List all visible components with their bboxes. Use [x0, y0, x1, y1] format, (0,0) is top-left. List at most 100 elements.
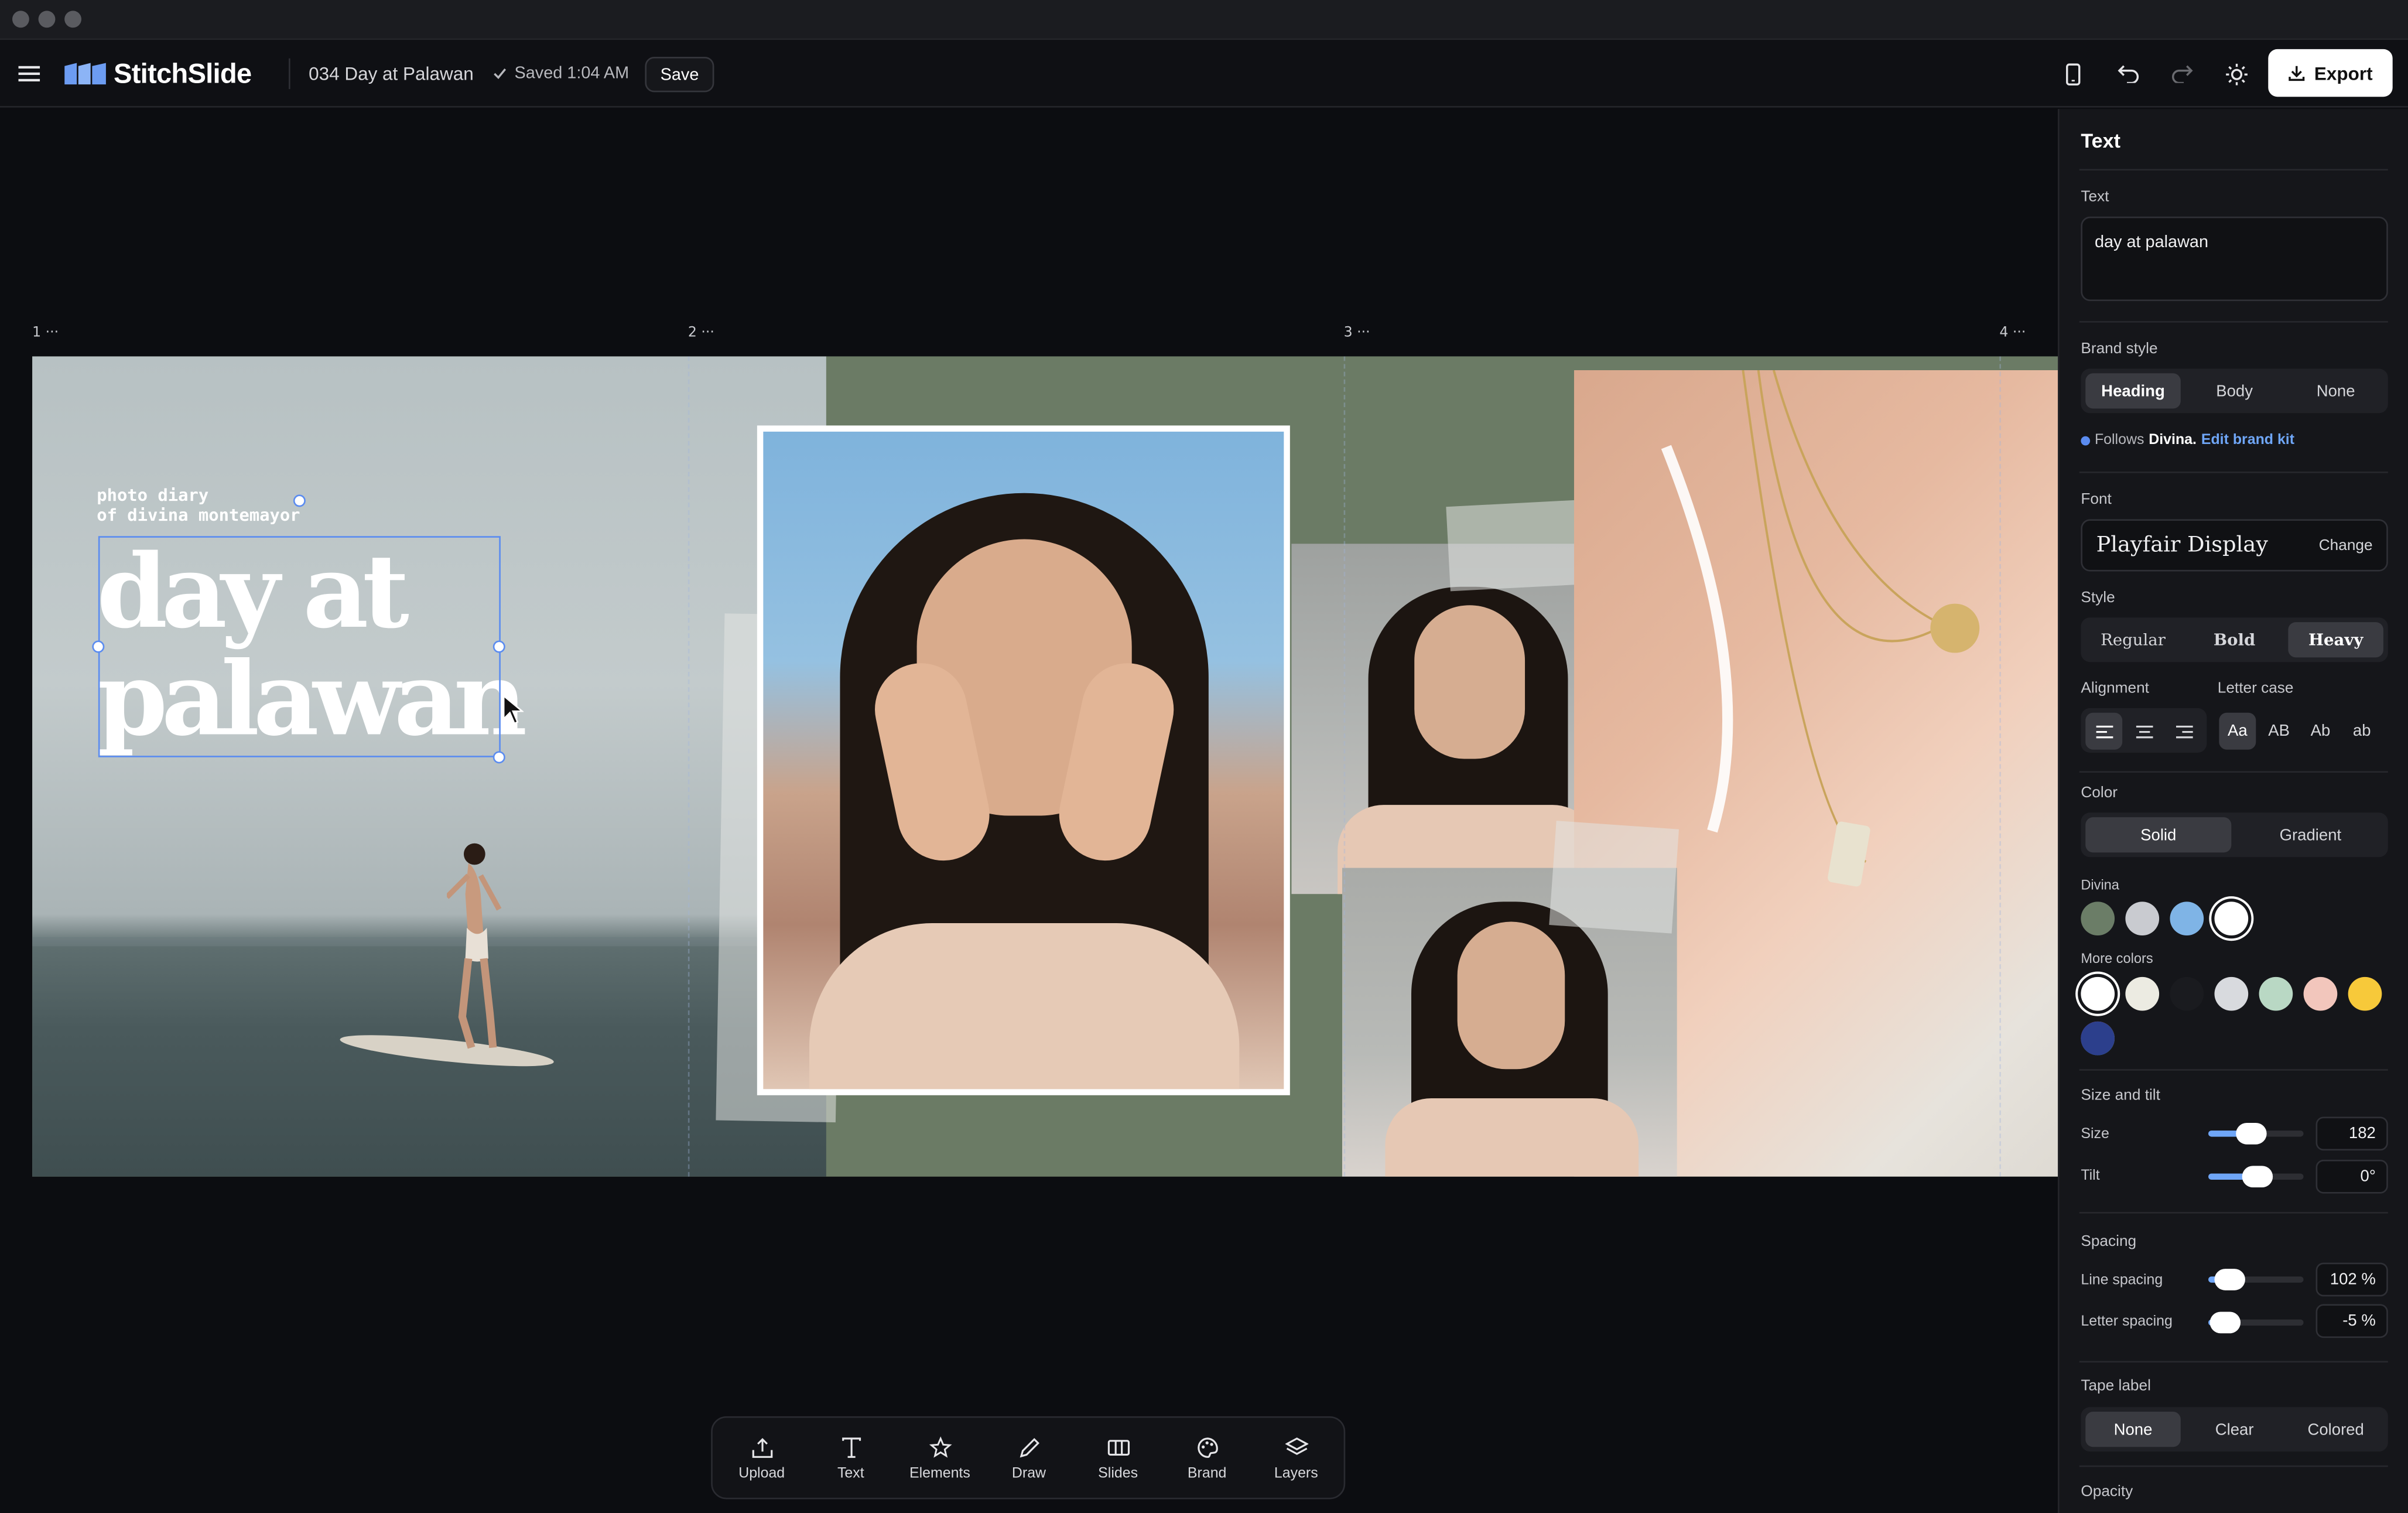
portrait-frame[interactable]	[757, 425, 1290, 1095]
case-lower[interactable]: ab	[2344, 713, 2380, 750]
page-number-1[interactable]: 1 ···	[32, 326, 59, 341]
palette-icon	[1196, 1437, 1217, 1458]
font-name: Playfair Display	[2096, 532, 2268, 558]
panel-divider	[2079, 472, 2388, 473]
size-input[interactable]: 182	[2315, 1116, 2388, 1151]
dock-elements[interactable]: Elements	[897, 1418, 983, 1501]
brand-style-heading[interactable]: Heading	[2085, 373, 2181, 409]
more-color-swatch[interactable]	[2303, 976, 2338, 1011]
brand-color-swatch[interactable]	[2170, 901, 2204, 936]
dock-upload[interactable]: Upload	[719, 1418, 805, 1501]
resize-handle-left[interactable]	[92, 640, 105, 653]
letter-spacing-slider[interactable]	[2208, 1312, 2304, 1334]
panel-divider	[2079, 1361, 2388, 1363]
resize-handle-right[interactable]	[492, 640, 505, 653]
selection-box[interactable]	[98, 536, 501, 757]
tilt-slider-knob[interactable]	[2242, 1166, 2273, 1188]
page-guide	[1343, 356, 1346, 1177]
more-color-swatch[interactable]	[2170, 976, 2204, 1011]
font-label: Font	[2081, 491, 2112, 509]
brand-color-swatch[interactable]	[2214, 901, 2249, 936]
font-picker[interactable]: Playfair Display Change	[2081, 519, 2388, 572]
upload-icon	[751, 1437, 772, 1458]
face-shape	[1457, 921, 1565, 1070]
resize-handle-corner[interactable]	[492, 751, 505, 764]
color-mode-selector: Solid Gradient	[2081, 812, 2388, 858]
dock-draw[interactable]: Draw	[986, 1418, 1072, 1501]
align-right-icon[interactable]	[2166, 713, 2202, 750]
panel-divider	[2079, 1069, 2388, 1071]
mobile-preview-icon[interactable]	[2056, 57, 2090, 91]
rotate-handle[interactable]	[293, 494, 306, 507]
tilt-input[interactable]: 0°	[2315, 1159, 2388, 1194]
properties-panel: Text Text day at palawan Brand style Hea…	[2058, 109, 2408, 1513]
dock-slides[interactable]: Slides	[1075, 1418, 1161, 1501]
portrait-closed-eyes-photo	[763, 431, 1284, 1090]
more-color-swatch[interactable]	[2125, 976, 2160, 1011]
page-number-3[interactable]: 3 ···	[1344, 326, 1370, 341]
undo-icon[interactable]	[2112, 57, 2146, 91]
size-slider-knob[interactable]	[2235, 1122, 2267, 1145]
more-color-swatch[interactable]	[2259, 976, 2293, 1011]
dock-label: Text	[837, 1465, 864, 1483]
shoulders-shape	[1385, 1098, 1639, 1177]
color-mode-gradient[interactable]: Gradient	[2238, 817, 2383, 852]
style-regular[interactable]: Regular	[2085, 622, 2181, 657]
brand-color-swatch[interactable]	[2081, 901, 2115, 936]
more-color-swatch[interactable]	[2081, 1021, 2115, 1056]
tilt-slider[interactable]	[2208, 1166, 2304, 1188]
color-mode-solid[interactable]: Solid	[2085, 817, 2232, 853]
font-change-button[interactable]: Change	[2319, 538, 2373, 555]
align-left-icon[interactable]	[2085, 712, 2123, 750]
document-title[interactable]: 034 Day at Palawan	[309, 40, 474, 107]
dock-text[interactable]: Text	[808, 1418, 894, 1501]
export-button[interactable]: Export	[2268, 49, 2393, 97]
more-color-swatch[interactable]	[2348, 976, 2382, 1011]
text-content-input[interactable]: day at palawan	[2081, 216, 2388, 301]
edit-brand-kit-link[interactable]: Edit brand kit	[2201, 432, 2294, 449]
style-heavy[interactable]: Heavy	[2288, 622, 2383, 658]
tape-colored[interactable]: Colored	[2288, 1412, 2383, 1447]
more-color-swatch[interactable]	[2081, 976, 2115, 1011]
dock-layers[interactable]: Layers	[1253, 1418, 1339, 1501]
case-title[interactable]: Ab	[2302, 713, 2339, 750]
tape-none[interactable]: None	[2085, 1411, 2181, 1447]
caption-text[interactable]: photo diary of divina montemayor	[97, 486, 300, 525]
page-number-2[interactable]: 2 ···	[688, 326, 714, 341]
brand-style-body[interactable]: Body	[2187, 373, 2282, 408]
line-spacing-slider[interactable]	[2208, 1269, 2304, 1290]
letter-spacing-input[interactable]: -5 %	[2315, 1304, 2388, 1338]
redo-icon[interactable]	[2166, 57, 2200, 91]
style-label: Style	[2081, 590, 2115, 607]
layers-icon	[1284, 1437, 1308, 1455]
tape-clear[interactable]: Clear	[2187, 1412, 2282, 1447]
window-close-button[interactable]	[12, 11, 29, 28]
window-minimize-button[interactable]	[38, 11, 56, 28]
surfer-photo[interactable]	[32, 356, 826, 1177]
case-upper[interactable]: AB	[2260, 713, 2297, 750]
dock-brand[interactable]: Brand	[1164, 1418, 1250, 1501]
brand-style-selector: Heading Body None	[2081, 368, 2388, 414]
dock-label: Upload	[738, 1465, 785, 1483]
download-icon	[2289, 66, 2305, 81]
case-sentence[interactable]: Aa	[2219, 712, 2256, 750]
line-spacing-input[interactable]: 102 %	[2315, 1262, 2388, 1297]
align-center-icon[interactable]	[2125, 713, 2162, 750]
page-number-4[interactable]: 4 ···	[1999, 326, 2026, 341]
brand-color-swatch[interactable]	[2125, 901, 2160, 936]
slide-spread[interactable]: photo diary of divina montemayor day at …	[32, 356, 2058, 1177]
window-zoom-button[interactable]	[64, 11, 81, 28]
dock-label: Brand	[1187, 1465, 1227, 1483]
style-bold[interactable]: Bold	[2187, 622, 2282, 657]
letter-spacing-slider-knob[interactable]	[2210, 1312, 2241, 1334]
panel-divider	[2079, 1465, 2388, 1467]
panel-divider	[2079, 321, 2388, 323]
more-color-swatch[interactable]	[2214, 976, 2249, 1011]
theme-toggle-icon[interactable]	[2219, 57, 2253, 91]
save-button[interactable]: Save	[645, 57, 714, 93]
size-slider[interactable]	[2208, 1122, 2304, 1145]
brand-style-none[interactable]: None	[2288, 373, 2383, 408]
menu-icon[interactable]	[12, 57, 46, 91]
line-spacing-slider-knob[interactable]	[2214, 1269, 2245, 1290]
columns-icon	[1107, 1440, 1129, 1456]
